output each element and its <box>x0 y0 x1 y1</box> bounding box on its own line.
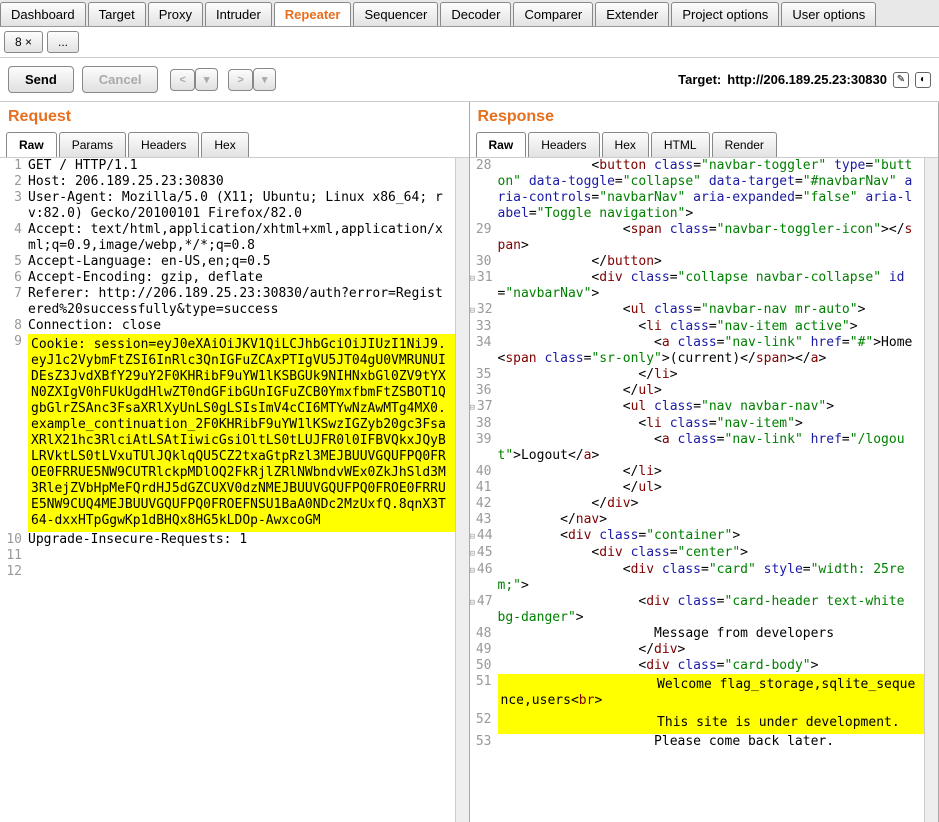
pane-tab-hex[interactable]: Hex <box>602 132 649 157</box>
repeater-sub-tabs: 8 ×... <box>0 27 939 58</box>
send-button[interactable]: Send <box>8 66 74 93</box>
main-tab-intruder[interactable]: Intruder <box>205 2 272 26</box>
target-label: Target: <box>678 72 721 87</box>
response-scrollbar[interactable] <box>924 158 938 822</box>
forward-menu-button[interactable]: ▾ <box>253 68 277 91</box>
main-tab-repeater[interactable]: Repeater <box>274 2 352 26</box>
request-raw-editor[interactable]: 1GET / HTTP/1.12Host: 206.189.25.23:3083… <box>0 158 455 822</box>
edit-target-icon[interactable]: ✎ <box>893 72 909 88</box>
request-scrollbar[interactable] <box>455 158 469 822</box>
request-tabs: RawParamsHeadersHex <box>0 132 469 158</box>
response-pane: Response RawHeadersHexHTMLRender 28 <but… <box>470 102 939 822</box>
main-tab-sequencer[interactable]: Sequencer <box>353 2 438 26</box>
pane-tab-render[interactable]: Render <box>712 132 777 157</box>
pane-tab-hex[interactable]: Hex <box>201 132 248 157</box>
response-title: Response <box>470 102 939 132</box>
main-tab-extender[interactable]: Extender <box>595 2 669 26</box>
pane-tab-params[interactable]: Params <box>59 132 126 157</box>
main-tab-bar: DashboardTargetProxyIntruderRepeaterSequ… <box>0 0 939 27</box>
forward-button[interactable]: > <box>228 69 252 91</box>
main-tab-project-options[interactable]: Project options <box>671 2 779 26</box>
request-pane: Request RawParamsHeadersHex 1GET / HTTP/… <box>0 102 470 822</box>
repeater-tab-8[interactable]: 8 × <box>4 31 43 53</box>
main-tab-comparer[interactable]: Comparer <box>513 2 593 26</box>
pane-tab-raw[interactable]: Raw <box>6 132 57 157</box>
repeater-toolbar: Send Cancel < ▾ > ▾ Target: http://206.1… <box>0 58 939 102</box>
cancel-button[interactable]: Cancel <box>82 66 159 93</box>
main-tab-proxy[interactable]: Proxy <box>148 2 203 26</box>
back-menu-button[interactable]: ▾ <box>195 68 219 91</box>
pane-tab-html[interactable]: HTML <box>651 132 710 157</box>
pane-tab-raw[interactable]: Raw <box>476 132 527 157</box>
response-raw-viewer[interactable]: 28 <button class="navbar-toggler" type="… <box>470 158 925 822</box>
repeater-tab-...[interactable]: ... <box>47 31 79 53</box>
request-title: Request <box>0 102 469 132</box>
pane-tab-headers[interactable]: Headers <box>528 132 599 157</box>
pane-tab-headers[interactable]: Headers <box>128 132 199 157</box>
toggle-icon[interactable]: ◐ <box>915 72 931 88</box>
main-tab-decoder[interactable]: Decoder <box>440 2 511 26</box>
target-value: http://206.189.25.23:30830 <box>727 72 887 87</box>
main-tab-dashboard[interactable]: Dashboard <box>0 2 86 26</box>
main-tab-user-options[interactable]: User options <box>781 2 876 26</box>
main-tab-target[interactable]: Target <box>88 2 146 26</box>
response-tabs: RawHeadersHexHTMLRender <box>470 132 939 158</box>
back-button[interactable]: < <box>170 69 194 91</box>
